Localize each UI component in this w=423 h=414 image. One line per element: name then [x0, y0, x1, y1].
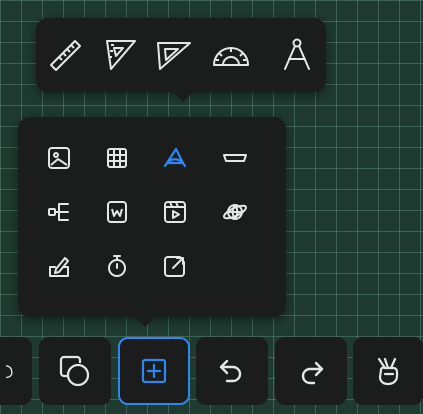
gesture-button[interactable] — [353, 337, 423, 405]
shape-bar-icon — [223, 154, 247, 162]
set-square-icon — [106, 40, 136, 70]
insert-shape-bar-button[interactable] — [218, 141, 252, 175]
mind-map-icon — [48, 203, 69, 221]
insert-globe-button[interactable] — [218, 195, 252, 229]
ruler-popup-pointer — [173, 82, 193, 102]
insert-icon — [141, 358, 167, 384]
redo-button[interactable] — [275, 337, 347, 405]
ruler-icon — [50, 40, 81, 71]
insert-document-button[interactable] — [100, 195, 134, 229]
compass-tool-button[interactable] — [274, 32, 320, 78]
insert-export-button[interactable] — [158, 249, 192, 283]
protractor-tool-button[interactable] — [208, 32, 254, 78]
undo-icon — [219, 359, 242, 383]
ruler-tools-popup — [36, 18, 326, 102]
undo-button[interactable] — [196, 337, 268, 405]
insert-ruler-tools-button[interactable] — [158, 141, 192, 175]
insert-image-button[interactable] — [42, 141, 76, 175]
gesture-icon — [377, 357, 399, 386]
export-icon — [164, 256, 185, 277]
insert-toolbar-button[interactable] — [118, 337, 190, 405]
partial-tool-icon — [6, 365, 13, 379]
insert-note-button[interactable] — [42, 249, 76, 283]
table-icon — [107, 148, 127, 168]
protractor-icon — [213, 47, 249, 66]
insert-mind-map-button[interactable] — [42, 195, 76, 229]
image-icon — [48, 147, 70, 169]
triangle-ruler-icon — [157, 42, 191, 70]
toolbar-partial-button[interactable] — [0, 337, 32, 405]
ruler-tools-icon — [163, 147, 187, 168]
globe-icon — [222, 204, 248, 220]
insert-tools-popup — [18, 117, 286, 327]
timer-icon — [108, 255, 126, 277]
insert-video-button[interactable] — [158, 195, 192, 229]
compass-icon — [284, 38, 310, 70]
document-icon — [107, 201, 127, 223]
ruler-tool-button[interactable] — [42, 32, 88, 78]
insert-timer-button[interactable] — [100, 249, 134, 283]
redo-icon — [301, 361, 324, 385]
shapes-toolbar-button[interactable] — [39, 337, 111, 405]
triangle-ruler-tool-button[interactable] — [151, 32, 197, 78]
video-icon — [164, 201, 186, 223]
insert-popup-pointer — [135, 307, 155, 327]
note-icon — [49, 257, 69, 277]
shapes-icon — [59, 355, 90, 387]
set-square-tool-button[interactable] — [98, 32, 144, 78]
insert-table-button[interactable] — [100, 141, 134, 175]
